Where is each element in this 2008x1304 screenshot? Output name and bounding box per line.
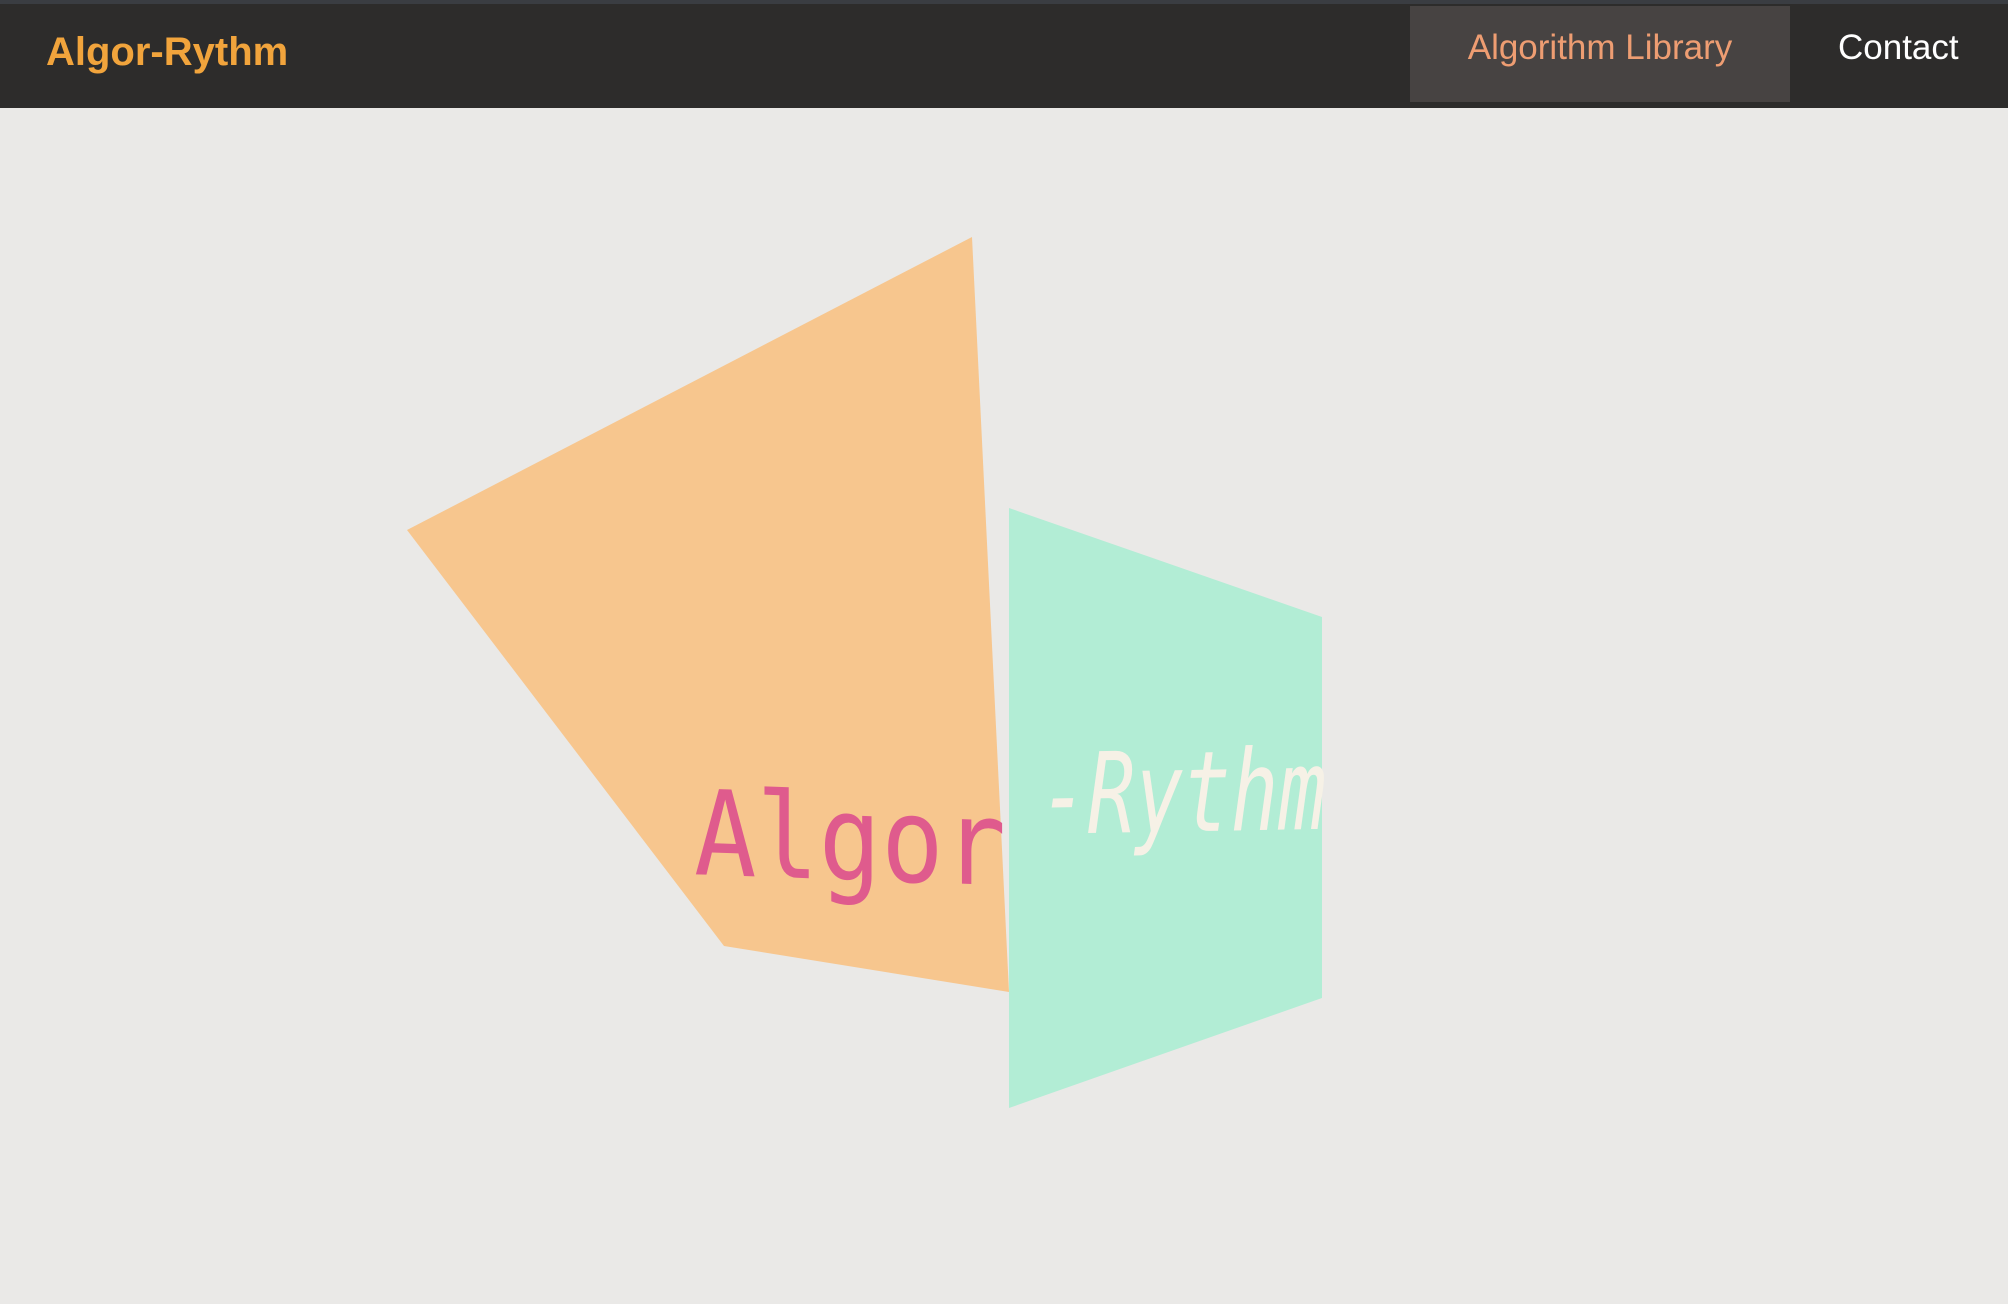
hero-stage: Algor -Rythm (0, 108, 2008, 1304)
top-navigation-bar: Algor-Rythm Algorithm Library Contact (0, 0, 2008, 108)
hero-title-right: -Rythm (1040, 726, 1326, 861)
nav-contact[interactable]: Contact (1838, 6, 2008, 94)
brand-logo-link[interactable]: Algor-Rythm (46, 26, 288, 78)
nav-algorithm-library[interactable]: Algorithm Library (1410, 6, 1790, 102)
hero-title-left: Algor (694, 764, 1006, 913)
hero-3d-illustration: Algor -Rythm (407, 237, 1326, 1108)
